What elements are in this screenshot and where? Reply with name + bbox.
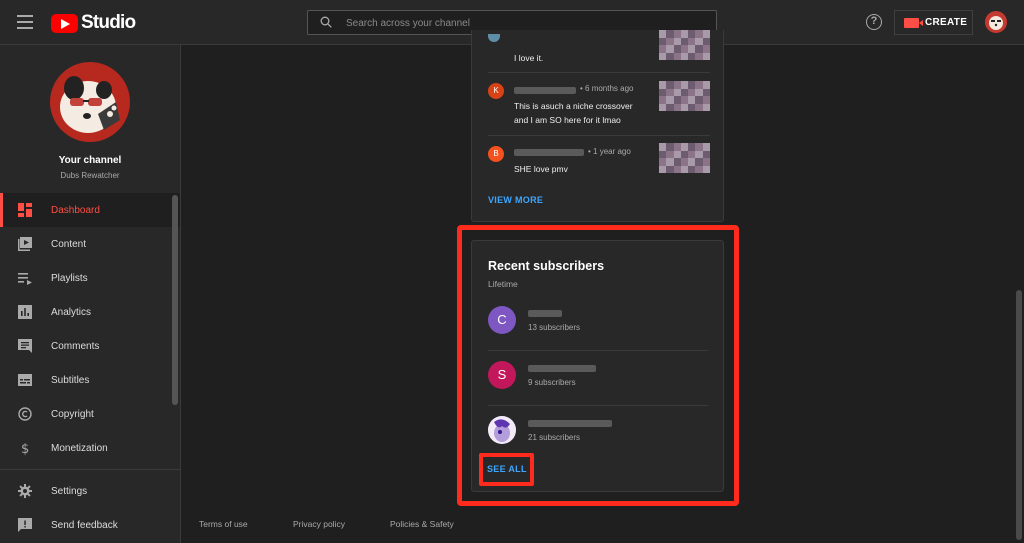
comment-item[interactable]: I love it. [488,30,710,73]
sidebar-nav: Dashboard Content Playlists Analytics Co… [0,193,180,465]
sidebar-item-label: Subtitles [51,374,90,386]
subscriber-avatar: S [488,361,516,389]
sidebar-item-label: Content [51,238,87,250]
channel-avatar-image [60,76,120,133]
latest-comments-card: I love it. K • 6 months ago This is asuc… [471,30,724,222]
studio-logo[interactable]: Studio [51,12,136,34]
monetization-icon: $ [21,442,29,455]
sidebar-item-label: Playlists [51,272,88,284]
comment-text: This is asuch a niche crossover and I am… [514,101,633,125]
sidebar-item-label: Comments [51,340,100,352]
card-title: Recent subscribers [488,259,605,273]
sidebar-item-content[interactable]: Content [0,227,180,261]
terms-link[interactable]: Terms of use [199,519,248,529]
sidebar: Your channel Dubs Rewatcher Dashboard Co… [0,45,181,543]
sidebar-item-dashboard[interactable]: Dashboard [0,193,180,227]
help-icon[interactable]: ? [866,14,882,30]
sidebar-item-settings[interactable]: Settings [0,474,180,508]
channel-avatar[interactable] [50,62,130,142]
commenter-avatar [488,34,500,42]
video-thumbnail[interactable] [659,30,710,60]
youtube-logo-icon [51,13,78,33]
subscriber-count: 13 subscribers [528,323,581,332]
view-more-link[interactable]: VIEW MORE [488,195,543,205]
privacy-link[interactable]: Privacy policy [293,519,345,529]
commenter-avatar: K [488,83,504,99]
analytics-icon [18,305,32,319]
subscriber-avatar: C [488,306,516,334]
settings-icon [18,484,32,498]
content-icon [18,237,32,251]
sidebar-item-send-feedback[interactable]: Send feedback [0,508,180,542]
search-icon [320,16,332,28]
create-button[interactable]: CREATE [894,10,973,35]
card-period: Lifetime [488,279,518,289]
comments-icon [18,339,32,353]
avatar-image [989,16,1003,30]
subscriber-name-blurred [528,420,612,427]
playlists-icon [18,273,32,285]
subscriber-count: 21 subscribers [528,433,581,442]
sidebar-item-label: Analytics [51,306,92,318]
subtitles-icon [18,374,32,386]
sidebar-item-label: Settings [51,485,88,497]
video-camera-icon [904,17,923,28]
logo-text: Studio [81,12,136,33]
video-thumbnail[interactable] [659,81,710,111]
comment-item[interactable]: B • 1 year ago SHE love pmv [488,136,710,180]
channel-heading: Your channel [58,155,122,166]
subscriber-avatar [488,416,516,444]
sidebar-item-label: Send feedback [51,519,118,531]
subscriber-name-blurred [528,365,596,372]
sidebar-item-label: Monetization [51,442,108,454]
account-avatar[interactable] [985,11,1007,33]
sidebar-bottom-nav: Settings Send feedback [0,469,180,542]
see-all-link[interactable]: SEE ALL [487,464,527,474]
subscriber-row[interactable]: C 13 subscribers [488,296,708,351]
comment-time: • 6 months ago [580,84,634,93]
video-thumbnail[interactable] [659,143,710,173]
sidebar-item-monetization[interactable]: $ Monetization [0,431,180,465]
svg-text:$: $ [21,442,29,455]
sidebar-item-analytics[interactable]: Analytics [0,295,180,329]
subscriber-row[interactable]: S 9 subscribers [488,351,708,406]
menu-icon[interactable] [17,15,33,29]
comment-item[interactable]: K • 6 months ago This is asuch a niche c… [488,73,710,136]
commenter-name-blurred [514,87,576,94]
comment-text: I love it. [514,53,544,63]
sidebar-item-label: Copyright [51,408,94,420]
comment-time: • 1 year ago [588,147,631,156]
sidebar-item-comments[interactable]: Comments [0,329,180,363]
comment-text: SHE love pmv [514,164,568,174]
main-scrollbar[interactable] [1016,290,1022,540]
sidebar-item-copyright[interactable]: Copyright [0,397,180,431]
copyright-icon [18,407,32,421]
subscriber-name-blurred [528,310,562,317]
channel-name: Dubs Rewatcher [60,171,120,180]
policies-link[interactable]: Policies & Safety [390,519,454,529]
pony-avatar-image [488,416,516,444]
subscriber-count: 9 subscribers [528,378,576,387]
create-label: CREATE [925,17,968,28]
sidebar-item-label: Dashboard [51,204,100,216]
commenter-avatar: B [488,146,504,162]
feedback-icon [18,518,32,532]
commenter-name-blurred [514,149,584,156]
dashboard-icon [18,203,32,217]
sidebar-scrollbar[interactable] [172,195,178,405]
sidebar-item-subtitles[interactable]: Subtitles [0,363,180,397]
sidebar-item-playlists[interactable]: Playlists [0,261,180,295]
